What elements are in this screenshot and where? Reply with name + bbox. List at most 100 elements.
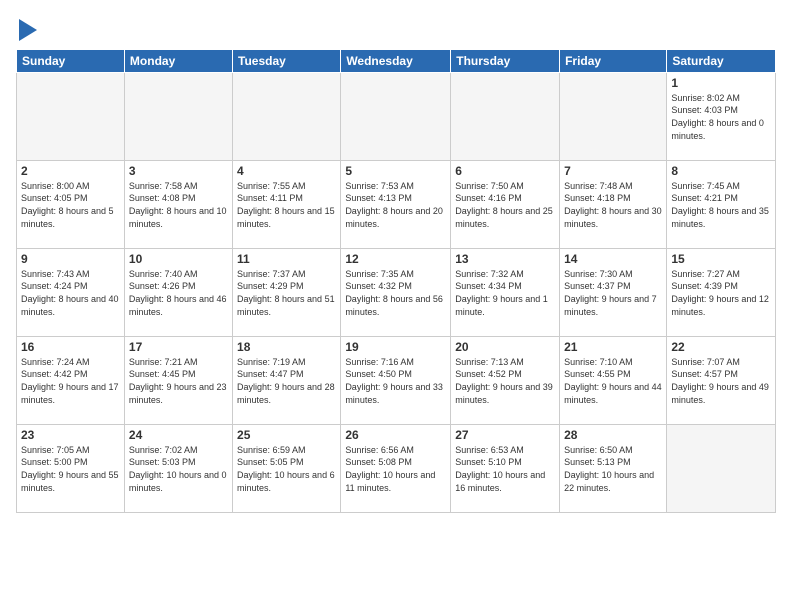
day-info: Sunrise: 7:30 AM Sunset: 4:37 PM Dayligh…: [564, 268, 662, 318]
logo: [16, 16, 37, 41]
day-cell: 13 Sunrise: 7:32 AM Sunset: 4:34 PM Dayli…: [451, 248, 560, 336]
day-number: 9: [21, 252, 120, 266]
day-number: 16: [21, 340, 120, 354]
day-cell: 6 Sunrise: 7:50 AM Sunset: 4:16 PM Daylig…: [451, 160, 560, 248]
day-cell: 22 Sunrise: 7:07 AM Sunset: 4:57 PM Dayli…: [667, 336, 776, 424]
day-info: Sunrise: 7:24 AM Sunset: 4:42 PM Dayligh…: [21, 356, 120, 406]
day-cell: 19 Sunrise: 7:16 AM Sunset: 4:50 PM Dayli…: [341, 336, 451, 424]
day-cell: 14 Sunrise: 7:30 AM Sunset: 4:37 PM Dayli…: [560, 248, 667, 336]
header-cell-tuesday: Tuesday: [233, 49, 341, 72]
day-number: 6: [455, 164, 555, 178]
day-info: Sunrise: 7:55 AM Sunset: 4:11 PM Dayligh…: [237, 180, 336, 230]
day-cell: [667, 424, 776, 512]
day-cell: [17, 72, 125, 160]
day-info: Sunrise: 7:50 AM Sunset: 4:16 PM Dayligh…: [455, 180, 555, 230]
day-info: Sunrise: 7:16 AM Sunset: 4:50 PM Dayligh…: [345, 356, 446, 406]
calendar-table: SundayMondayTuesdayWednesdayThursdayFrid…: [16, 49, 776, 513]
day-number: 3: [129, 164, 228, 178]
day-info: Sunrise: 7:10 AM Sunset: 4:55 PM Dayligh…: [564, 356, 662, 406]
header-row: SundayMondayTuesdayWednesdayThursdayFrid…: [17, 49, 776, 72]
day-number: 22: [671, 340, 771, 354]
day-number: 21: [564, 340, 662, 354]
day-number: 13: [455, 252, 555, 266]
day-number: 10: [129, 252, 228, 266]
day-cell: 26 Sunrise: 6:56 AM Sunset: 5:08 PM Dayli…: [341, 424, 451, 512]
day-number: 18: [237, 340, 336, 354]
week-row-4: 16 Sunrise: 7:24 AM Sunset: 4:42 PM Dayli…: [17, 336, 776, 424]
day-cell: 12Sunrise: 7:35 AM Sunset: 4:32 PM Dayli…: [341, 248, 451, 336]
day-cell: 17Sunrise: 7:21 AM Sunset: 4:45 PM Dayli…: [124, 336, 232, 424]
day-info: Sunrise: 7:37 AM Sunset: 4:29 PM Dayligh…: [237, 268, 336, 318]
week-row-5: 23 Sunrise: 7:05 AM Sunset: 5:00 PM Dayli…: [17, 424, 776, 512]
day-number: 14: [564, 252, 662, 266]
header-cell-saturday: Saturday: [667, 49, 776, 72]
day-info: Sunrise: 7:48 AM Sunset: 4:18 PM Dayligh…: [564, 180, 662, 230]
day-number: 23: [21, 428, 120, 442]
day-cell: 16 Sunrise: 7:24 AM Sunset: 4:42 PM Dayli…: [17, 336, 125, 424]
day-cell: 18 Sunrise: 7:19 AM Sunset: 4:47 PM Dayli…: [233, 336, 341, 424]
day-cell: 5 Sunrise: 7:53 AM Sunset: 4:13 PM Daylig…: [341, 160, 451, 248]
day-number: 24: [129, 428, 228, 442]
day-number: 12: [345, 252, 446, 266]
day-info: Sunrise: 7:05 AM Sunset: 5:00 PM Dayligh…: [21, 444, 120, 494]
day-cell: 10Sunrise: 7:40 AM Sunset: 4:26 PM Dayli…: [124, 248, 232, 336]
day-number: 8: [671, 164, 771, 178]
day-cell: 11 Sunrise: 7:37 AM Sunset: 4:29 PM Dayli…: [233, 248, 341, 336]
day-info: Sunrise: 6:56 AM Sunset: 5:08 PM Dayligh…: [345, 444, 446, 494]
day-cell: 2 Sunrise: 8:00 AM Sunset: 4:05 PM Daylig…: [17, 160, 125, 248]
day-number: 2: [21, 164, 120, 178]
day-cell: 3 Sunrise: 7:58 AM Sunset: 4:08 PM Daylig…: [124, 160, 232, 248]
day-number: 20: [455, 340, 555, 354]
day-number: 11: [237, 252, 336, 266]
day-cell: 15 Sunrise: 7:27 AM Sunset: 4:39 PM Dayli…: [667, 248, 776, 336]
day-number: 17: [129, 340, 228, 354]
header: [16, 16, 776, 41]
day-cell: 21 Sunrise: 7:10 AM Sunset: 4:55 PM Dayli…: [560, 336, 667, 424]
day-info: Sunrise: 6:53 AM Sunset: 5:10 PM Dayligh…: [455, 444, 555, 494]
header-cell-sunday: Sunday: [17, 49, 125, 72]
day-cell: [233, 72, 341, 160]
day-info: Sunrise: 8:00 AM Sunset: 4:05 PM Dayligh…: [21, 180, 120, 230]
day-info: Sunrise: 7:43 AM Sunset: 4:24 PM Dayligh…: [21, 268, 120, 318]
calendar-body: 1 Sunrise: 8:02 AM Sunset: 4:03 PM Daylig…: [17, 72, 776, 512]
day-info: Sunrise: 7:02 AM Sunset: 5:03 PM Dayligh…: [129, 444, 228, 494]
header-cell-wednesday: Wednesday: [341, 49, 451, 72]
day-cell: [341, 72, 451, 160]
header-cell-thursday: Thursday: [451, 49, 560, 72]
day-number: 27: [455, 428, 555, 442]
day-cell: [124, 72, 232, 160]
day-number: 15: [671, 252, 771, 266]
day-cell: 9 Sunrise: 7:43 AM Sunset: 4:24 PM Daylig…: [17, 248, 125, 336]
day-cell: 4 Sunrise: 7:55 AM Sunset: 4:11 PM Daylig…: [233, 160, 341, 248]
day-number: 4: [237, 164, 336, 178]
day-cell: 23 Sunrise: 7:05 AM Sunset: 5:00 PM Dayli…: [17, 424, 125, 512]
day-info: Sunrise: 7:53 AM Sunset: 4:13 PM Dayligh…: [345, 180, 446, 230]
day-cell: [451, 72, 560, 160]
day-info: Sunrise: 7:13 AM Sunset: 4:52 PM Dayligh…: [455, 356, 555, 406]
day-info: Sunrise: 7:58 AM Sunset: 4:08 PM Dayligh…: [129, 180, 228, 230]
day-info: Sunrise: 7:07 AM Sunset: 4:57 PM Dayligh…: [671, 356, 771, 406]
day-cell: 28Sunrise: 6:50 AM Sunset: 5:13 PM Dayli…: [560, 424, 667, 512]
week-row-2: 2 Sunrise: 8:00 AM Sunset: 4:05 PM Daylig…: [17, 160, 776, 248]
day-number: 1: [671, 76, 771, 90]
day-number: 5: [345, 164, 446, 178]
day-info: Sunrise: 7:19 AM Sunset: 4:47 PM Dayligh…: [237, 356, 336, 406]
day-cell: 20 Sunrise: 7:13 AM Sunset: 4:52 PM Dayli…: [451, 336, 560, 424]
day-cell: 1 Sunrise: 8:02 AM Sunset: 4:03 PM Daylig…: [667, 72, 776, 160]
day-info: Sunrise: 7:32 AM Sunset: 4:34 PM Dayligh…: [455, 268, 555, 318]
week-row-3: 9 Sunrise: 7:43 AM Sunset: 4:24 PM Daylig…: [17, 248, 776, 336]
day-info: Sunrise: 6:50 AM Sunset: 5:13 PM Dayligh…: [564, 444, 662, 494]
header-cell-monday: Monday: [124, 49, 232, 72]
day-number: 7: [564, 164, 662, 178]
calendar-header: SundayMondayTuesdayWednesdayThursdayFrid…: [17, 49, 776, 72]
calendar-container: SundayMondayTuesdayWednesdayThursdayFrid…: [0, 0, 792, 612]
day-cell: 8Sunrise: 7:45 AM Sunset: 4:21 PM Daylig…: [667, 160, 776, 248]
day-number: 19: [345, 340, 446, 354]
day-cell: 27 Sunrise: 6:53 AM Sunset: 5:10 PM Dayli…: [451, 424, 560, 512]
day-info: Sunrise: 8:02 AM Sunset: 4:03 PM Dayligh…: [671, 92, 771, 142]
day-number: 26: [345, 428, 446, 442]
day-info: Sunrise: 6:59 AM Sunset: 5:05 PM Dayligh…: [237, 444, 336, 494]
week-row-1: 1 Sunrise: 8:02 AM Sunset: 4:03 PM Daylig…: [17, 72, 776, 160]
header-cell-friday: Friday: [560, 49, 667, 72]
day-info: Sunrise: 7:27 AM Sunset: 4:39 PM Dayligh…: [671, 268, 771, 318]
